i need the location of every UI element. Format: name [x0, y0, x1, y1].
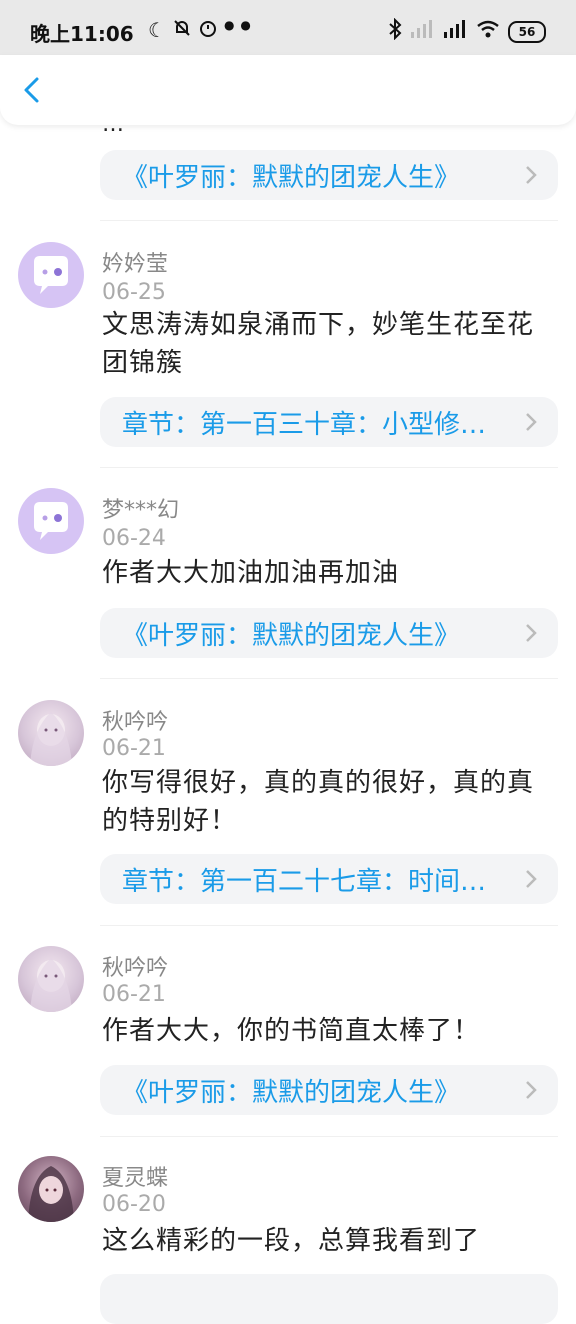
- book-link-pill[interactable]: 《叶罗丽：默默的团宠人生》: [100, 608, 558, 658]
- comment-date: 06-24: [102, 526, 166, 551]
- chapter-link-pill[interactable]: 章节：第一百三十章：小型修…: [100, 397, 558, 447]
- photo-avatar[interactable]: [18, 1156, 84, 1222]
- default-avatar[interactable]: [18, 242, 84, 308]
- comment-date: 06-21: [102, 736, 166, 761]
- book-link-text: 《叶罗丽：默默的团宠人生》: [122, 620, 461, 651]
- comment-text: 文思涛涛如泉涌而下，妙笔生花至花团锦簇: [102, 310, 535, 378]
- portrait-image: [30, 712, 72, 766]
- nav-bar: [0, 55, 576, 125]
- chevron-right-icon: [526, 624, 537, 642]
- chat-bubble-icon: [34, 256, 68, 294]
- chevron-right-icon: [526, 166, 537, 184]
- chevron-right-icon: [526, 1081, 537, 1099]
- photo-avatar[interactable]: [18, 700, 84, 766]
- photo-avatar[interactable]: [18, 946, 84, 1012]
- chapter-link-pill[interactable]: 章节：第一百二十七章：时间…: [100, 854, 558, 904]
- chevron-right-icon: [526, 870, 537, 888]
- default-avatar[interactable]: [18, 488, 84, 554]
- portrait-image: [28, 1166, 74, 1222]
- chat-bubble-icon: [34, 502, 68, 540]
- comment-date: 06-21: [102, 982, 166, 1007]
- divider: [100, 467, 558, 468]
- chapter-link-text: 章节：第一百二十七章：时间…: [122, 866, 487, 897]
- chapter-link-text: 章节：第一百三十章：小型修…: [122, 409, 487, 440]
- chevron-left-icon: [24, 77, 39, 103]
- comment-text: 这么精彩的一段，总算我看到了: [102, 1226, 481, 1256]
- username[interactable]: 秋吟吟: [102, 950, 168, 982]
- divider: [100, 220, 558, 221]
- book-link-pill[interactable]: 《叶罗丽：默默的团宠人生》: [100, 1065, 558, 1115]
- comment-date: 06-25: [102, 280, 166, 305]
- comment-text: 作者大大加油加油再加油: [102, 558, 400, 588]
- link-pill[interactable]: [100, 1274, 558, 1324]
- comment-list: … 《叶罗丽：默默的团宠人生》 妗妗莹 06-25 文思涛涛如泉涌而下，妙笔生花…: [0, 0, 576, 1324]
- comment-date: 06-20: [102, 1192, 166, 1217]
- book-link-pill[interactable]: 《叶罗丽：默默的团宠人生》: [100, 150, 558, 200]
- book-link-text: 《叶罗丽：默默的团宠人生》: [122, 1077, 461, 1108]
- username[interactable]: 夏灵蝶: [102, 1160, 168, 1192]
- chevron-right-icon: [526, 413, 537, 431]
- back-button[interactable]: [18, 75, 48, 105]
- username[interactable]: 梦***幻: [102, 492, 179, 524]
- username[interactable]: 妗妗莹: [102, 246, 168, 278]
- username[interactable]: 秋吟吟: [102, 704, 168, 736]
- divider: [100, 925, 558, 926]
- divider: [100, 678, 558, 679]
- comment-text: 作者大大，你的书简直太棒了！: [102, 1016, 481, 1046]
- divider: [100, 1136, 558, 1137]
- book-link-text: 《叶罗丽：默默的团宠人生》: [122, 162, 461, 193]
- portrait-image: [30, 958, 72, 1012]
- comment-text: 你写得很好，真的真的很好，真的真的特别好！: [102, 768, 535, 836]
